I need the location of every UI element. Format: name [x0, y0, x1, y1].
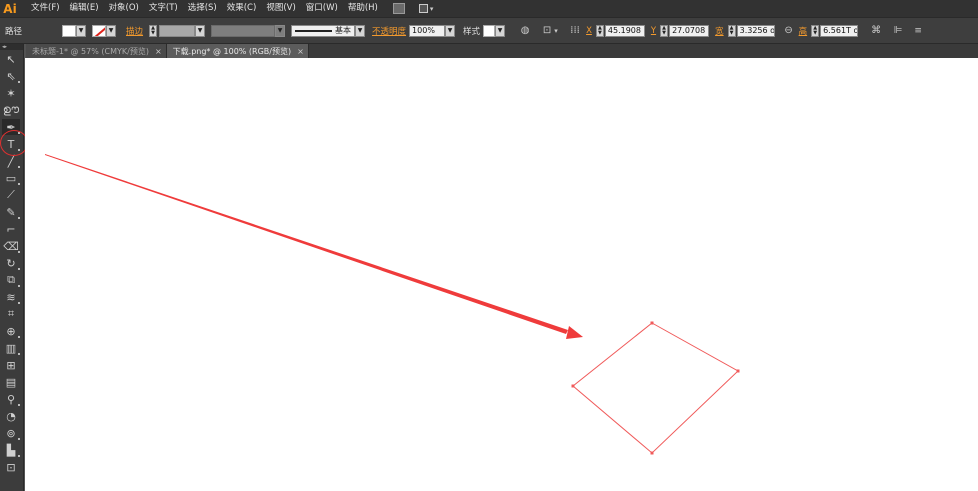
height-field[interactable]: 6.561T o [820, 24, 859, 37]
align-dropdown-icon[interactable]: ▾ [553, 25, 559, 37]
anchor-point[interactable] [736, 369, 740, 373]
stroke-weight-dropdown[interactable]: ▼ [195, 24, 206, 37]
panel-collapse-icon[interactable]: ◂▸ [0, 44, 23, 50]
menu-file[interactable]: 文件(F) [26, 0, 65, 17]
arrange-documents-icon[interactable]: ▾ [418, 3, 435, 14]
rectangle-tool-icon[interactable]: ▭ [2, 170, 20, 186]
width-field[interactable]: 3.3256 o [736, 24, 775, 37]
tools-panel: ◂▸ ↖ ⇖ ✶ ഊ ✒ T ╱ ▭ ⟋ ✎ ⌐ ⌫ ↻ ⧉ ≋ ⌗ ⊕ ▥ ⊞… [0, 44, 24, 491]
rotate-tool-icon[interactable]: ↻ [2, 255, 20, 271]
pen-tool-highlight-circle [0, 130, 28, 156]
menu-bar: Ai 文件(F) 编辑(E) 对象(O) 文字(T) 选择(S) 效果(C) 视… [0, 0, 978, 17]
fill-dropdown[interactable]: ▼ [76, 24, 87, 37]
transform-icon[interactable]: ⌘ [870, 25, 882, 37]
magic-wand-tool-icon[interactable]: ✶ [2, 85, 20, 101]
brush-dropdown[interactable]: ▼ [355, 24, 366, 37]
bridge-icon[interactable] [392, 3, 405, 14]
close-icon[interactable]: × [155, 47, 162, 56]
menu-type[interactable]: 文字(T) [144, 0, 183, 17]
menu-edit[interactable]: 编辑(E) [65, 0, 104, 17]
profile-dropdown[interactable]: ▼ [275, 24, 286, 37]
y-spinner[interactable]: ▲ ▼ [660, 24, 669, 37]
mesh-tool-icon[interactable]: ⊞ [2, 357, 20, 373]
anchor-point[interactable] [650, 321, 654, 325]
canvas-artwork [45, 154, 740, 455]
menu-select[interactable]: 选择(S) [183, 0, 222, 17]
recolor-artwork-icon[interactable]: ◍ [519, 25, 531, 37]
annotation-arrowhead [566, 326, 583, 339]
x-field[interactable]: 45.1908 [604, 24, 645, 37]
tab-label: 下载.png* @ 100% (RGB/预览) [172, 46, 292, 56]
panel-menu-icon[interactable]: ≡ [912, 25, 924, 37]
x-label: X [586, 25, 592, 36]
opacity-dropdown[interactable]: ▼ [445, 24, 456, 37]
reference-point-icon[interactable]: ⁞⁞⁞ [569, 25, 581, 37]
control-bar: 路径 ▼ ▼ 描边 ▲ ▼ ▼ ▼ 基本 ▼ 不透明度 100% ▼ 样式 ▼ ◍… [0, 17, 978, 44]
pencil-tool-icon[interactable]: ✎ [2, 204, 20, 220]
selection-tool-icon[interactable]: ↖ [2, 51, 20, 67]
x-spinner[interactable]: ▲ ▼ [595, 24, 604, 37]
gradient-tool-icon[interactable]: ▤ [2, 374, 20, 390]
symbol-sprayer-tool-icon[interactable]: ⊚ [2, 425, 20, 441]
document-tabs: 未标题-1* @ 57% (CMYK/预览) × 下载.png* @ 100% … [26, 44, 978, 58]
stroke-weight-spinner[interactable]: ▲ ▼ [149, 24, 158, 37]
opacity-link[interactable]: 不透明度 [372, 25, 406, 37]
width-spinner[interactable]: ▲ ▼ [727, 24, 736, 37]
height-spinner[interactable]: ▲ ▼ [811, 24, 820, 37]
paintbrush-tool-icon[interactable]: ⟋ [2, 187, 20, 203]
free-transform-tool-icon[interactable]: ⌗ [2, 306, 20, 322]
style-dropdown[interactable]: ▼ [495, 24, 506, 37]
isolate-icon[interactable]: ⊫ [892, 25, 904, 37]
variable-width-profile[interactable] [211, 24, 276, 37]
anchor-point[interactable] [571, 384, 575, 388]
direct-selection-tool-icon[interactable]: ⇖ [2, 68, 20, 84]
eyedropper-tool-icon[interactable]: ⚲ [2, 391, 20, 407]
height-label: 高 [798, 26, 808, 37]
width-label: 宽 [715, 26, 724, 37]
menu-object[interactable]: 对象(O) [104, 0, 144, 17]
anchor-point[interactable] [650, 451, 654, 455]
y-label: Y [650, 25, 657, 36]
opacity-field[interactable]: 100% [409, 24, 446, 37]
align-icon[interactable]: ⊡ [541, 25, 553, 37]
object-type-label: 路径 [5, 26, 23, 37]
tab-label: 未标题-1* @ 57% (CMYK/预览) [32, 46, 149, 56]
close-icon[interactable]: × [297, 47, 304, 56]
warp-tool-icon[interactable]: ≋ [2, 289, 20, 305]
eraser-tool-icon[interactable]: ⌫ [2, 238, 20, 254]
constrain-proportions-icon[interactable]: ⊖ [783, 25, 795, 37]
annotation-arrow [45, 154, 568, 334]
blend-tool-icon[interactable]: ◔ [2, 408, 20, 424]
style-swatch[interactable] [483, 24, 496, 37]
stroke-panel-link[interactable]: 描边 [126, 25, 143, 37]
menu-effect[interactable]: 效果(C) [222, 0, 262, 17]
style-label: 样式 [463, 26, 481, 37]
tab-download-png[interactable]: 下载.png* @ 100% (RGB/预览) × [166, 44, 309, 58]
document-canvas[interactable] [25, 58, 978, 491]
column-graph-tool-icon[interactable]: ▙ [2, 442, 20, 458]
lasso-tool-icon[interactable]: ഊ [2, 102, 20, 118]
scale-tool-icon[interactable]: ⧉ [2, 272, 20, 288]
menu-view[interactable]: 视图(V) [261, 0, 300, 17]
app-logo: Ai [3, 1, 17, 16]
perspective-grid-tool-icon[interactable]: ▥ [2, 340, 20, 356]
selected-path[interactable] [572, 322, 739, 454]
brush-definition[interactable]: 基本 [291, 24, 356, 37]
stroke-weight-field[interactable] [159, 24, 196, 37]
blob-brush-tool-icon[interactable]: ⌐ [2, 221, 20, 237]
y-field[interactable]: 27.0708 [669, 24, 710, 37]
brush-label: 基本 [335, 26, 352, 35]
fill-swatch[interactable] [62, 24, 77, 37]
menu-window[interactable]: 窗口(W) [301, 0, 343, 17]
stroke-swatch[interactable] [92, 24, 107, 37]
tab-untitled[interactable]: 未标题-1* @ 57% (CMYK/预览) × [26, 44, 167, 58]
menu-help[interactable]: 帮助(H) [343, 0, 383, 17]
shape-builder-tool-icon[interactable]: ⊕ [2, 323, 20, 339]
stroke-dropdown[interactable]: ▼ [106, 24, 117, 37]
artboard-tool-icon[interactable]: ⊡ [2, 459, 20, 475]
